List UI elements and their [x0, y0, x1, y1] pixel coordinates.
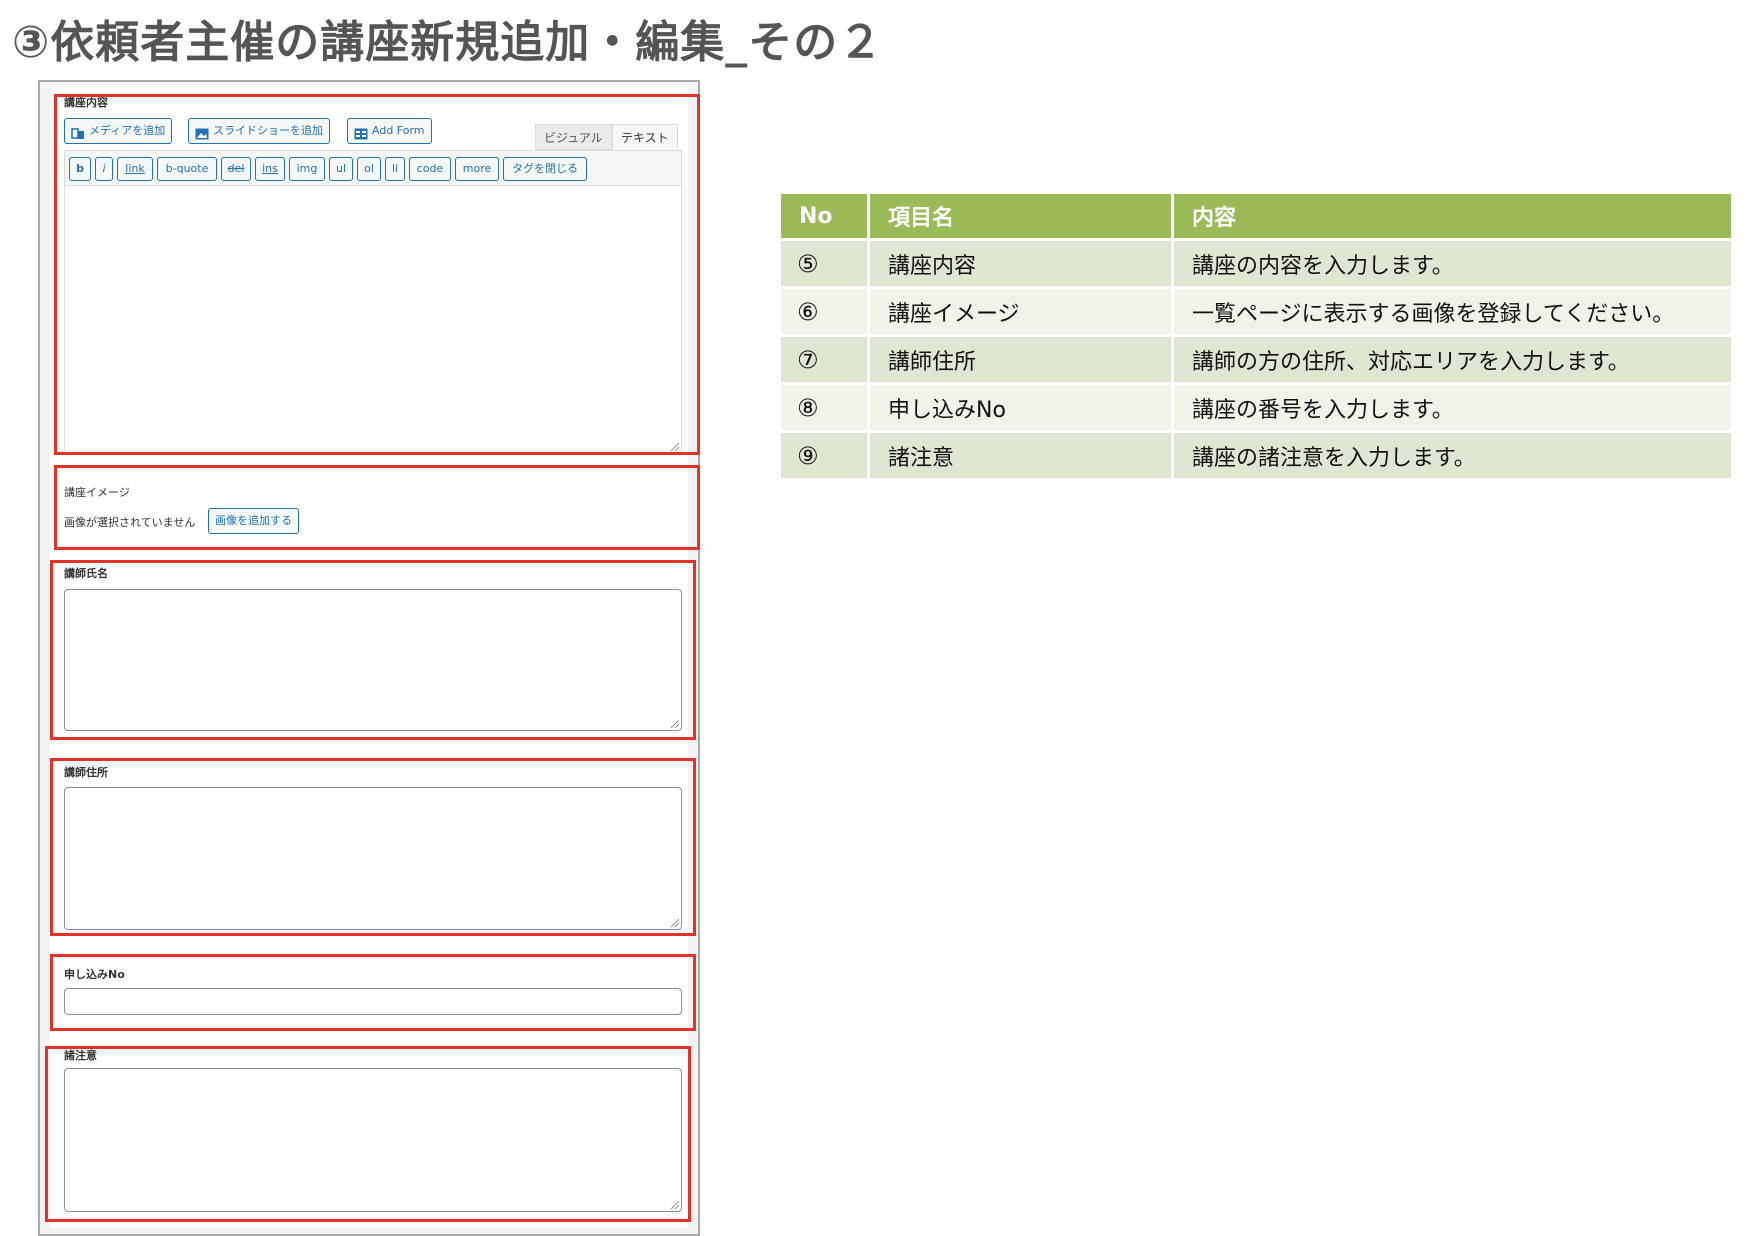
notes-label: 諸注意 — [64, 1049, 97, 1062]
row-item: 諸注意 — [868, 431, 1174, 481]
instructor-address-textarea[interactable] — [64, 787, 682, 930]
instructor-name-label: 講師氏名 — [64, 567, 108, 580]
row-no: ⑥ — [781, 287, 870, 337]
notes-textarea[interactable] — [64, 1068, 682, 1212]
header-no: No — [781, 194, 870, 241]
field-description-table: No 項目名 内容 ⑤ 講座内容 講座の内容を入力します。 ⑥ 講座イメージ 一… — [781, 194, 1731, 481]
application-no-label: 申し込みNo — [64, 968, 125, 981]
row-item: 申し込みNo — [868, 383, 1174, 433]
row-content: 講座の諸注意を入力します。 — [1172, 431, 1731, 481]
add-image-button[interactable]: 画像を追加する — [208, 508, 299, 534]
row-no: ⑤ — [781, 239, 870, 289]
row-no: ⑦ — [781, 335, 870, 385]
row-item: 講師住所 — [868, 335, 1174, 385]
row-content: 講座の番号を入力します。 — [1172, 383, 1731, 433]
row-item: 講座イメージ — [868, 287, 1174, 337]
table-row: ⑤ 講座内容 講座の内容を入力します。 — [781, 239, 1731, 289]
page-title: ③依頼者主催の講座新規追加・編集_その２ — [12, 17, 884, 68]
row-no: ⑨ — [781, 431, 870, 481]
table-header-row: No 項目名 内容 — [781, 194, 1731, 241]
application-no-input[interactable] — [64, 988, 682, 1015]
instructor-address-label: 講師住所 — [64, 766, 108, 779]
row-content: 一覧ページに表示する画像を登録してください。 — [1172, 287, 1731, 337]
table-row: ⑥ 講座イメージ 一覧ページに表示する画像を登録してください。 — [781, 287, 1731, 337]
table-row: ⑧ 申し込みNo 講座の番号を入力します。 — [781, 383, 1731, 433]
highlight-box-image — [54, 465, 700, 550]
image-label: 講座イメージ — [64, 486, 130, 499]
row-item: 講座内容 — [868, 239, 1174, 289]
header-content: 内容 — [1172, 194, 1731, 241]
table-row: ⑦ 講師住所 講師の方の住所、対応エリアを入力します。 — [781, 335, 1731, 385]
highlight-box-content — [54, 94, 700, 455]
table-row: ⑨ 諸注意 講座の諸注意を入力します。 — [781, 431, 1731, 481]
header-item: 項目名 — [868, 194, 1174, 241]
row-no: ⑧ — [781, 383, 870, 433]
row-content: 講師の方の住所、対応エリアを入力します。 — [1172, 335, 1731, 385]
row-content: 講座の内容を入力します。 — [1172, 239, 1731, 289]
no-image-text: 画像が選択されていません — [64, 516, 196, 529]
instructor-name-textarea[interactable] — [64, 589, 682, 731]
